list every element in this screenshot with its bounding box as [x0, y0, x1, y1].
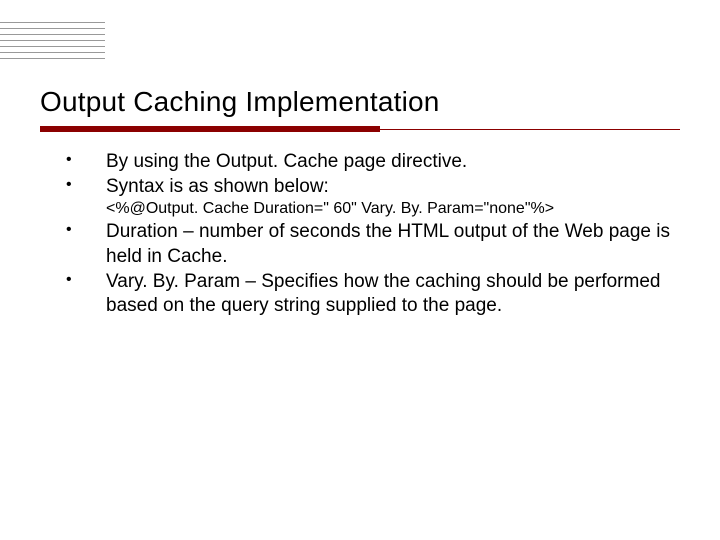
decorative-stripes: [0, 22, 105, 64]
slide-body: By using the Output. Cache page directiv…: [60, 150, 675, 319]
bullet-item: Duration – number of seconds the HTML ou…: [60, 220, 675, 269]
bullet-text: By using the Output. Cache page directiv…: [106, 151, 467, 172]
code-line: <%@Output. Cache Duration=" 60" Vary. By…: [60, 199, 675, 220]
bullet-item: Syntax is as shown below:: [60, 175, 675, 200]
slide: Output Caching Implementation By using t…: [0, 0, 720, 540]
bullet-text: Vary. By. Param – Specifies how the cach…: [106, 271, 660, 317]
bullet-item: Vary. By. Param – Specifies how the cach…: [60, 270, 675, 319]
bullet-text: Syntax is as shown below:: [106, 176, 329, 197]
code-text: <%@Output. Cache Duration=" 60" Vary. By…: [106, 200, 554, 217]
bullet-text: Duration – number of seconds the HTML ou…: [106, 221, 670, 267]
title-underline: [40, 126, 680, 132]
slide-title: Output Caching Implementation: [40, 86, 440, 118]
bullet-item: By using the Output. Cache page directiv…: [60, 150, 675, 175]
